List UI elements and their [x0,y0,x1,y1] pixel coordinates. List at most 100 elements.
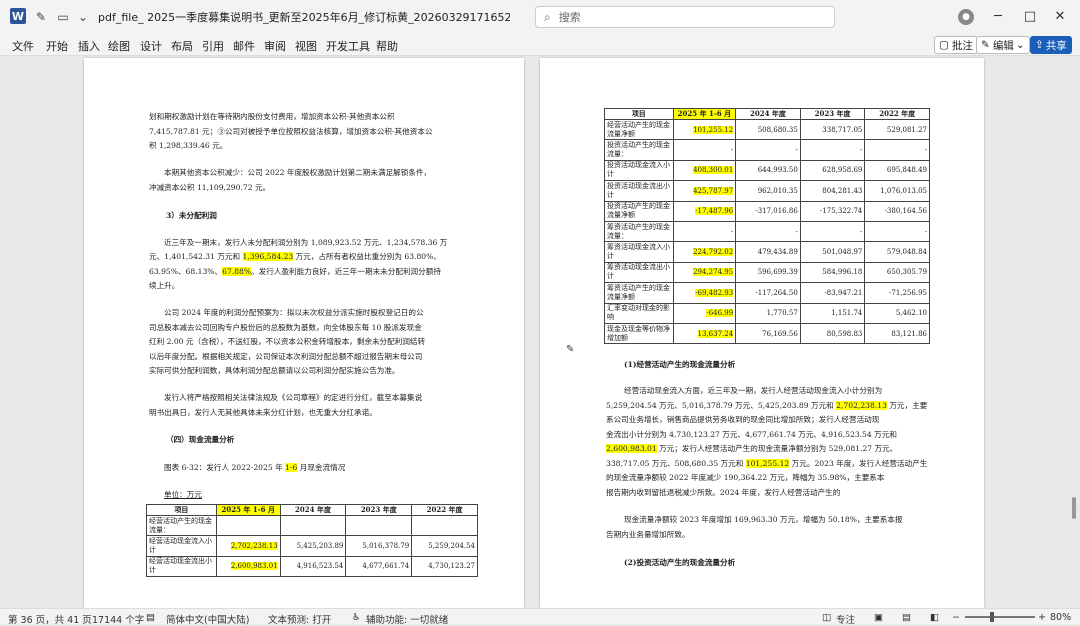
table-cell: 294,274.95 [672,261,737,284]
file-icon[interactable]: ▭ [54,8,72,26]
highlighted-text: 2,600,983.01 [606,444,657,453]
cash-flow-table-right: 项目 2025 年 1-6 月 2024 年度 2023 年度 2022 年度 经营活动产… [604,108,930,345]
table-cell: 5,425,203.89 [279,535,347,557]
table-row-label: 筹资活动产生的现金流量净额 [604,282,674,304]
autosave-icon[interactable]: ✎ [32,8,50,26]
table-cell: -317,016.86 [735,200,801,222]
table-row-label: 投资活动现金流出小计 [604,180,674,202]
print-layout-icon[interactable]: ▤ [902,612,911,623]
table-header-cell: 2022 年度 [864,108,930,120]
table-row-label: 汇率变动对现金的影响 [604,302,674,324]
web-layout-icon[interactable]: ◧ [930,612,939,623]
page1-line: 图表 6-32：发行人 2022-2025 年 1-6 月现金流情况 [164,461,345,476]
table-cell: 76,169.56 [735,322,801,345]
text-run: （四）现金流量分析 [166,435,235,444]
document-page-right[interactable]: 项目 2025 年 1-6 月 2024 年度 2023 年度 2022 年度 经营活动产… [540,58,984,608]
menu-home[interactable]: 开始 [46,38,68,54]
pencil-icon: ✎ [981,39,990,51]
zoom-level[interactable]: 80% [1050,612,1071,623]
text-run: 积 1,298,339.46 元。 [149,141,228,150]
text-run: 本期其他资本公积减少：公司 2022 年度股权激励计划第二期未满足解锁条件， [164,168,432,177]
table-row-label: 筹资活动现金流入小计 [604,241,674,263]
proofing-icon[interactable]: ▤ [146,612,155,623]
vertical-scrollbar[interactable] [1072,497,1076,519]
table-cell: 962,010.35 [735,180,801,202]
table-cell: -83,947.21 [799,282,866,304]
page2-line: 报告期内收到留抵退税减少所致。2024 年度，发行人经营活动产生的 [606,486,840,501]
table-cell [345,514,413,537]
text-run: 现金流量净额较 2023 年度增加 169,963.30 万元，增幅为 50.1… [624,515,903,524]
text-run: 月现金流情况 [297,463,346,472]
page1-line: 发行人将严格按照相关法律法规及《公司章程》的定进行分红，截至本募集说 [164,391,422,406]
document-title: pdf_file_ 2025一季度募集说明书_更新至2025年6月_修订标黄_2… [98,11,510,24]
text-run: 划和期权激励计划在等待期内股份支付费用，增加资本公积-其他资本公积 [149,112,395,121]
highlighted-value: -17,487.96 [695,207,734,216]
menu-view[interactable]: 视图 [295,38,317,54]
table-cell: 529,081.27 [864,118,930,141]
menu-developer[interactable]: 开发工具 [326,38,370,54]
table-row: 投资活动现金流出小计 425,787.97 962,010.35 804,281.43… [604,180,930,202]
page1-line: 司总股本减去公司回购专户股份后的总股数为基数，向全体股东每 10 股派发现金 [149,321,422,336]
table-header-cell: 项目 [146,504,217,516]
table-cell: -17,487.96 [672,200,737,222]
read-mode-icon[interactable]: ▣ [874,612,883,623]
page1-line: 近三年及一期末，发行人未分配利润分别为 1,089,923.52 万元、1,23… [164,236,447,251]
title-bar: W ✎ ▭ ⌄ pdf_file_ 2025一季度募集说明书_更新至2025年6… [0,0,1080,34]
menu-references[interactable]: 引用 [202,38,224,54]
zoom-in-icon[interactable]: + [1038,612,1046,623]
edit-button[interactable]: ✎ 编辑 ⌄ [976,36,1030,54]
table-cell: 508,680.35 [735,118,801,141]
menu-layout[interactable]: 布局 [171,38,193,54]
text-run: 7,415,787.81 元；③公司对被授予单位按照权益法核算，增加资本公积-其… [149,127,433,136]
zoom-out-icon[interactable]: − [952,612,960,623]
zoom-slider[interactable] [965,616,1035,618]
table-header-cell: 2025 年 1-6 月 [672,108,737,120]
table-row-label: 投资活动现金流入小计 [604,159,674,182]
highlighted-text: 67.88% [222,267,252,276]
text-run: 报告期内收到留抵退税减少所致。2024 年度，发行人经营活动产生的 [606,488,841,497]
page1-line: 63.95%、68.13%、67.88%。发行人盈利能力良好，近三年一期末未分配… [149,265,441,280]
table-row-label: 筹资活动现金流出小计 [604,261,674,284]
user-icon[interactable]: ● [958,9,974,25]
document-page-left[interactable]: 划和期权激励计划在等待期内股份支付费用，增加资本公积-其他资本公积 7,415,7… [84,58,524,608]
text-run: 司总股本减去公司回购专户股份后的总股数为基数，向全体股东每 10 股派发现金 [149,323,422,332]
page1-line: 3）未分配利润 [166,209,217,224]
table-row-label: 投资活动产生的现金流量净额 [604,200,674,222]
search-box[interactable]: ⌕ 搜索 [535,6,835,28]
table-cell: 804,281.43 [799,180,866,202]
menu-insert[interactable]: 插入 [78,38,100,54]
menu-file[interactable]: 文件 [12,38,34,54]
table-cell: 501,048.97 [799,241,866,263]
page1-line: 实际可供分配利润数，具体利润分配总额请以公司利润分配实施公告为准。 [149,364,400,379]
word-app-icon: W [10,8,26,24]
highlighted-text: 2,702,238.13 [836,401,887,410]
page2-line: 告期内业务量增加所致。 [606,528,690,543]
minimize-button[interactable]: ─ [988,6,1008,26]
more-icon[interactable]: ⌄ [74,8,92,26]
text-run: 红利 2.00 元（含税），不送红股，不以资本公积金转增股本，剩余未分配利润结转 [149,337,426,346]
menu-draw[interactable]: 绘图 [108,38,130,54]
menu-help[interactable]: 帮助 [376,38,398,54]
table-row: 经营活动产生的现金流量： [146,514,478,537]
table-header-cell: 项目 [604,108,674,120]
menu-design[interactable]: 设计 [140,38,162,54]
share-button[interactable]: ⇪ 共享 [1030,36,1072,54]
comment-icon: ▢ [939,39,949,51]
table-cell: 338,717.05 [799,118,866,141]
highlighted-text: 1-6 [285,463,298,472]
table-header-cell: 2022 年度 [411,504,478,516]
menu-review[interactable]: 审阅 [264,38,286,54]
zoom-slider-thumb[interactable] [990,612,994,622]
table-cell: 644,993.50 [735,159,801,182]
close-button[interactable]: ✕ [1050,6,1070,26]
highlighted-text: 1,396,584.23 [242,252,294,261]
text-run: 近三年及一期末，发行人未分配利润分别为 1,089,923.52 万元、1,23… [164,238,448,247]
table-cell: - [799,139,866,161]
maximize-button[interactable]: □ [1020,6,1040,26]
table-cell: 1,770.57 [735,302,801,324]
menu-mailings[interactable]: 邮件 [233,38,255,54]
table-cell: 479,434.89 [735,241,801,263]
comment-button[interactable]: ▢ 批注 [934,36,978,54]
comment-label: 批注 [951,39,973,52]
text-run: 以后年度分配。根据相关规定，公司保证本次利润分配总额不超过报告期末母公司 [149,352,423,361]
